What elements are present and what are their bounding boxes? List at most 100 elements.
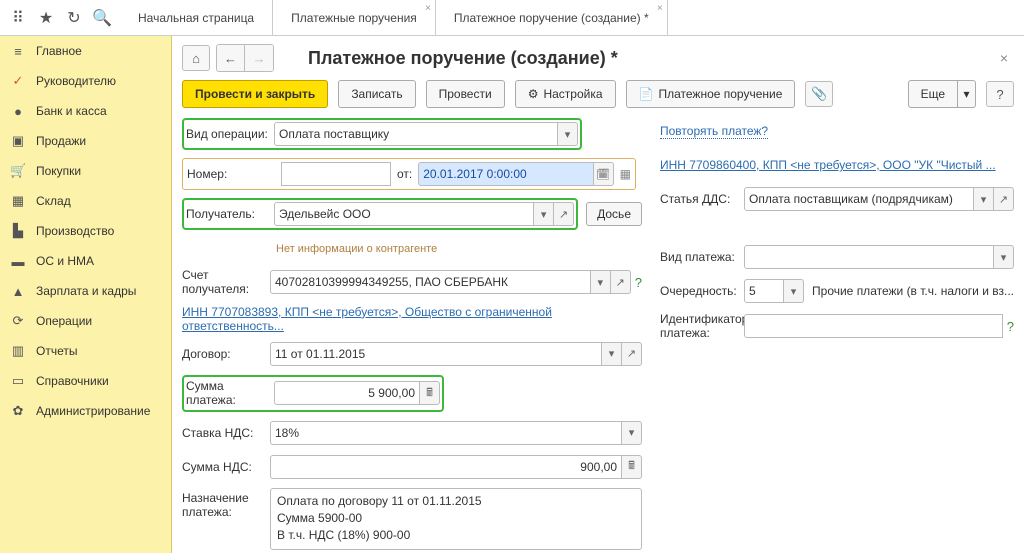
tab-label: Платежное поручение (создание) * [454, 11, 649, 25]
calc-icon[interactable]: 🖩 [622, 455, 642, 479]
inn-top-link[interactable]: ИНН 7709860400, КПП <не требуется>, ООО … [660, 158, 996, 172]
sidebar-item-label: Производство [36, 224, 114, 238]
sidebar-item-reports[interactable]: ▥Отчеты [0, 336, 171, 366]
warning-text: Нет информации о контрагенте [276, 243, 437, 255]
forward-button[interactable]: → [245, 45, 273, 71]
sidebar-item-bank[interactable]: ●Банк и касса [0, 96, 171, 126]
label-recipient: Получатель: [186, 207, 274, 221]
date-input[interactable]: 20.01.2017 0:00:00 [418, 162, 593, 186]
dropdown-icon[interactable]: ▾ [602, 342, 622, 366]
tab-payments[interactable]: Платежные поручения × [273, 0, 436, 35]
sidebar-item-sales[interactable]: ▣Продажи [0, 126, 171, 156]
sidebar-item-production[interactable]: ▙ Производство [0, 216, 171, 246]
factory-icon: ▙ [10, 223, 26, 239]
form-left: Вид операции: Оплата поставщику ▾ Номер:… [182, 118, 642, 553]
content-header: ⌂ ← → Платежное поручение (создание) * × [182, 44, 1014, 72]
label-recipient-acct: Счет получателя: [182, 268, 270, 297]
more-button[interactable]: Еще▾ [908, 80, 976, 108]
box-icon: ▣ [10, 133, 26, 149]
priority-input[interactable]: 5 [744, 279, 784, 303]
payment-order-button[interactable]: 📄Платежное поручение [626, 80, 796, 108]
sidebar: ≡Главное ✓Руководителю ●Банк и касса ▣Пр… [0, 36, 172, 553]
pay-type-input[interactable] [744, 245, 994, 269]
sidebar-item-operations[interactable]: ⟳Операции [0, 306, 171, 336]
dropdown-icon[interactable]: ▾ [558, 122, 578, 146]
recipient-input[interactable]: Эдельвейс ООО [274, 202, 534, 226]
close-icon[interactable]: × [425, 3, 431, 14]
apps-icon[interactable]: ⠿ [4, 4, 32, 32]
sidebar-item-warehouse[interactable]: ▦Склад [0, 186, 171, 216]
vat-rate-input[interactable]: 18% [270, 421, 622, 445]
back-button[interactable]: ← [217, 45, 245, 71]
dropdown-icon[interactable]: ▾ [994, 245, 1014, 269]
row-repeat: Повторять платеж? [660, 118, 1014, 144]
toolbar: Провести и закрыть Записать Провести ⚙На… [182, 80, 1014, 108]
label-op-type: Вид операции: [186, 127, 274, 141]
attach-button[interactable]: 📎 [805, 81, 833, 107]
row-inn-link: ИНН 7707083893, КПП <не требуется>, Обще… [182, 305, 642, 333]
write-button[interactable]: Записать [338, 80, 415, 108]
sidebar-item-assets[interactable]: ▬ОС и НМА [0, 246, 171, 276]
amount-input[interactable]: 5 900,00 [274, 381, 420, 405]
help-icon[interactable]: ? [635, 275, 642, 290]
warehouse-icon: ▦ [10, 193, 26, 209]
home-button[interactable]: ⌂ [182, 45, 210, 71]
vat-sum-input[interactable]: 900,00 [270, 455, 622, 479]
contract-input[interactable]: 11 от 01.11.2015 [270, 342, 602, 366]
save-close-button[interactable]: Провести и закрыть [182, 80, 328, 108]
op-type-input[interactable]: Оплата поставщику [274, 122, 558, 146]
recipient-acct-input[interactable]: 40702810399994349255, ПАО СБЕРБАНК [270, 270, 591, 294]
repeat-link[interactable]: Повторять платеж? [660, 124, 768, 139]
row-recipient-acct: Счет получателя: 40702810399994349255, П… [182, 268, 642, 297]
sidebar-item-main[interactable]: ≡ Главное [0, 36, 171, 66]
inn-link[interactable]: ИНН 7707083893, КПП <не требуется>, Обще… [182, 305, 642, 333]
dropdown-icon[interactable]: ▾ [974, 187, 994, 211]
sidebar-item-manager[interactable]: ✓Руководителю [0, 66, 171, 96]
open-icon[interactable]: ↗ [994, 187, 1014, 211]
priority-text: Прочие платежи (в т.ч. налоги и вз... [812, 284, 1014, 298]
nav-group: ← → [216, 44, 274, 72]
sidebar-item-admin[interactable]: ✿Администрирование [0, 396, 171, 426]
chevron-down-icon[interactable]: ▾ [958, 80, 976, 108]
purpose-input[interactable]: Оплата по договору 11 от 01.11.2015 Сумм… [270, 488, 642, 550]
tab-label: Платежные поручения [291, 11, 417, 25]
search-icon[interactable]: 🔍 [88, 4, 116, 32]
sidebar-item-hr[interactable]: ▲Зарплата и кадры [0, 276, 171, 306]
open-icon[interactable]: ↗ [611, 270, 631, 294]
close-icon[interactable]: × [657, 3, 663, 14]
menu-icon: ≡ [10, 44, 26, 59]
row-vat-rate: Ставка НДС: 18% ▾ [182, 420, 642, 446]
star-icon[interactable]: ★ [32, 4, 60, 32]
open-icon[interactable]: ↗ [622, 342, 642, 366]
dropdown-icon[interactable]: ▾ [784, 279, 804, 303]
dossier-button[interactable]: Досье [586, 202, 642, 226]
open-icon[interactable]: ↗ [554, 202, 574, 226]
row-inn-top: ИНН 7709860400, КПП <не требуется>, ООО … [660, 152, 1014, 178]
history-icon[interactable]: ↻ [60, 4, 88, 32]
sidebar-item-purchases[interactable]: 🛒Покупки [0, 156, 171, 186]
close-button[interactable]: × [994, 46, 1014, 70]
help-icon[interactable]: ? [1007, 319, 1014, 334]
topbar-icons: ⠿ ★ ↻ 🔍 [0, 0, 120, 35]
help-button[interactable]: ? [986, 81, 1014, 107]
dropdown-icon[interactable]: ▾ [591, 270, 611, 294]
label-vat-sum: Сумма НДС: [182, 460, 270, 474]
sidebar-item-label: Главное [36, 44, 82, 58]
doc-icon[interactable]: ▦ [620, 167, 631, 181]
label-pay-type: Вид платежа: [660, 250, 744, 264]
tab-payment-create[interactable]: Платежное поручение (создание) * × [436, 0, 668, 35]
dropdown-icon[interactable]: ▾ [622, 421, 642, 445]
purpose-line: Оплата по договору 11 от 01.11.2015 [277, 493, 635, 510]
calc-icon[interactable]: 🖩 [420, 381, 440, 405]
sidebar-item-catalogs[interactable]: ▭Справочники [0, 366, 171, 396]
coin-icon: ● [10, 104, 26, 119]
pay-id-input[interactable] [744, 314, 1003, 338]
post-button[interactable]: Провести [426, 80, 505, 108]
dds-input[interactable]: Оплата поставщикам (подрядчикам) [744, 187, 974, 211]
calendar-icon[interactable]: 🗓 [594, 162, 614, 186]
dropdown-icon[interactable]: ▾ [534, 202, 554, 226]
number-input[interactable] [281, 162, 391, 186]
settings-button[interactable]: ⚙Настройка [515, 80, 616, 108]
tab-home[interactable]: Начальная страница [120, 0, 273, 35]
row-warning: Нет информации о контрагенте [276, 236, 642, 262]
